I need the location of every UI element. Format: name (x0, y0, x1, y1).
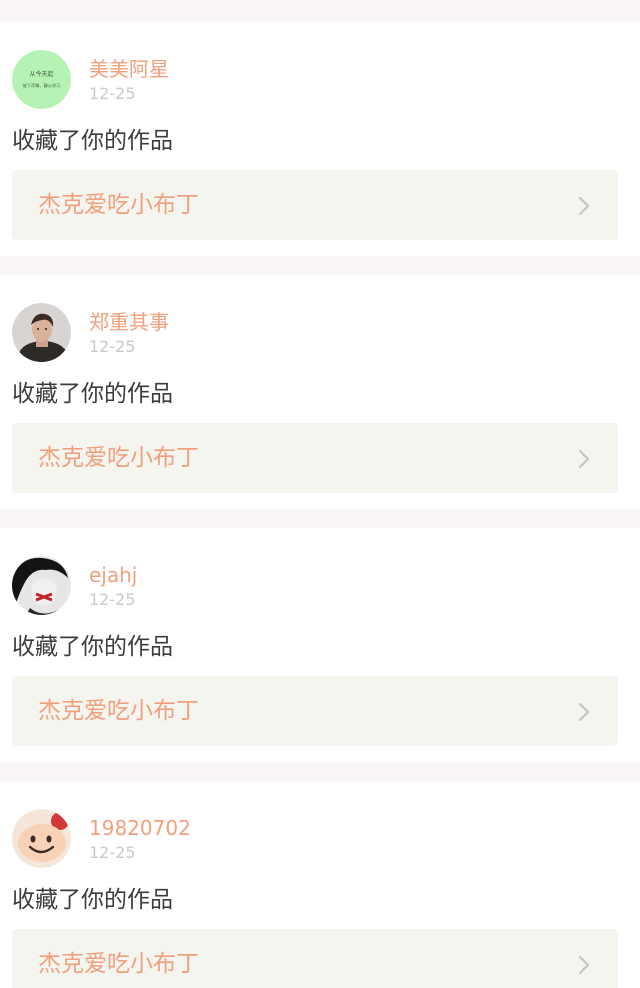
man-portrait-avatar-icon[interactable] (12, 303, 71, 362)
work-title: 杰克爱吃小布丁 (38, 192, 199, 218)
notification-card: 19820702 12-25 收藏了你的作品 杰克爱吃小布丁 (0, 781, 640, 988)
timestamp: 12-25 (89, 84, 136, 103)
bw-portrait-avatar-icon[interactable] (12, 556, 71, 615)
chevron-right-icon (578, 449, 590, 469)
action-text: 收藏了你的作品 (12, 634, 173, 660)
action-text: 收藏了你的作品 (12, 887, 173, 913)
work-link-button[interactable]: 杰克爱吃小布丁 (12, 676, 618, 746)
avatar-text-line2: 放下浮躁，静心学习 (23, 82, 61, 89)
username-link[interactable]: 郑重其事 (89, 310, 169, 334)
chevron-right-icon (578, 702, 590, 722)
timestamp: 12-25 (89, 843, 136, 862)
username-link[interactable]: 美美阿星 (89, 57, 169, 81)
chevron-right-icon (578, 955, 590, 975)
avatar-text-line1: 从今天起 (29, 70, 53, 78)
work-title: 杰克爱吃小布丁 (38, 698, 199, 724)
work-title: 杰克爱吃小布丁 (38, 445, 199, 471)
username-link[interactable]: ejahj (89, 563, 137, 587)
work-title: 杰克爱吃小布丁 (38, 951, 199, 977)
chevron-right-icon (578, 196, 590, 216)
card-header: 19820702 12-25 (0, 781, 640, 881)
card-header: ejahj 12-25 (0, 528, 640, 628)
work-link-button[interactable]: 杰克爱吃小布丁 (12, 929, 618, 988)
action-text: 收藏了你的作品 (12, 128, 173, 154)
notification-card: ejahj 12-25 收藏了你的作品 杰克爱吃小布丁 (0, 528, 640, 762)
card-header: 郑重其事 12-25 (0, 275, 640, 375)
work-link-button[interactable]: 杰克爱吃小布丁 (12, 423, 618, 493)
green-text-avatar-icon[interactable]: 从今天起 放下浮躁，静心学习 (12, 50, 71, 109)
smiley-avatar-icon[interactable] (12, 809, 71, 868)
action-text: 收藏了你的作品 (12, 381, 173, 407)
work-link-button[interactable]: 杰克爱吃小布丁 (12, 170, 618, 240)
notification-card: 郑重其事 12-25 收藏了你的作品 杰克爱吃小布丁 (0, 275, 640, 509)
timestamp: 12-25 (89, 337, 136, 356)
notification-card: 从今天起 放下浮躁，静心学习 美美阿星 12-25 收藏了你的作品 杰克爱吃小布… (0, 22, 640, 256)
timestamp: 12-25 (89, 590, 136, 609)
notification-feed: 从今天起 放下浮躁，静心学习 美美阿星 12-25 收藏了你的作品 杰克爱吃小布… (0, 0, 640, 988)
card-header: 从今天起 放下浮躁，静心学习 美美阿星 12-25 (0, 22, 640, 122)
username-link[interactable]: 19820702 (89, 816, 191, 840)
